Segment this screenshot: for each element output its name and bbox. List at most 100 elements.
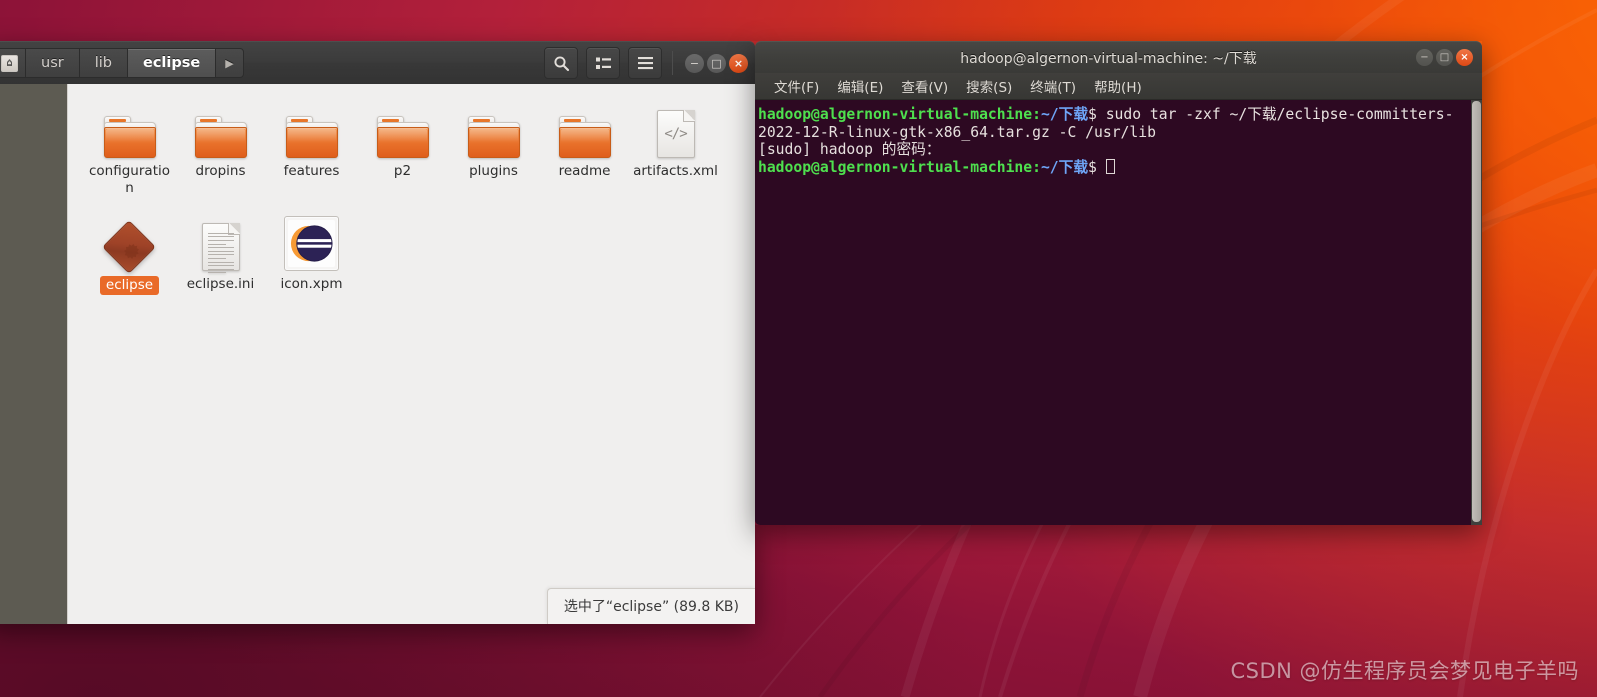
breadcrumb-next-button[interactable]: ▶ [215,48,244,78]
terminal-scrollbar[interactable] [1471,100,1482,525]
file-thumbnail [558,102,611,158]
file-item-dropins[interactable]: dropins [175,96,266,201]
scrollbar-thumb[interactable] [1472,101,1481,522]
search-button[interactable] [544,47,578,79]
csdn-watermark: CSDN @仿生程序员会梦见电子羊吗 [1230,659,1579,683]
file-item-features[interactable]: features [266,96,357,201]
maximize-button[interactable]: □ [707,53,726,73]
file-thumbnail [467,102,520,158]
file-thumbnail [201,215,240,274]
breadcrumb-item-eclipse[interactable]: eclipse [126,48,216,78]
file-label: artifacts.xml [633,163,718,179]
file-item-plugins[interactable]: plugins [448,96,539,201]
file-thumbnail [102,215,156,274]
file-thumbnail [285,102,338,158]
terminal-line-current: hadoop@algernon-virtual-machine:~/下载$ [758,158,1480,177]
terminal-prompt-user: hadoop@algernon-virtual-machine [758,106,1033,123]
terminal-line: 2022-12-R-linux-gtk-x86_64.tar.gz -C /us… [758,123,1156,141]
terminal-prompt-path: ~/下载 [1040,106,1089,123]
terminal-minimize-button[interactable]: − [1416,49,1433,66]
file-item-eclipse-ini[interactable]: eclipse.ini [175,209,266,299]
breadcrumb-home-button[interactable]: ⌂ [0,48,25,78]
terminal-close-button[interactable]: × [1456,49,1473,66]
file-thumbnail: </> [656,102,695,158]
thumbnail-frame [284,215,339,271]
terminal-line: [sudo] hadoop 的密码： [758,141,941,159]
file-label: eclipse.ini [186,275,255,292]
file-item-eclipse[interactable]: eclipse [84,209,175,299]
file-label: features [283,163,340,179]
status-bar-text: 选中了“eclipse” (89.8 KB) [563,599,739,615]
breadcrumb-label: lib [94,55,112,71]
home-icon: ⌂ [1,54,18,72]
close-button[interactable]: × [729,53,748,73]
terminal-cursor [1105,158,1115,174]
file-item-readme[interactable]: readme [539,96,630,201]
folder-icon [285,116,338,158]
breadcrumb: ⌂ usr lib eclipse ▶ [0,48,244,78]
menu-file[interactable]: 文件(F) [767,73,826,99]
close-icon: × [1460,51,1469,63]
terminal-maximize-button[interactable]: □ [1436,49,1453,66]
terminal-menubar: 文件(F) 编辑(E) 查看(V) 搜索(S) 终端(T) 帮助(H) [755,73,1482,100]
breadcrumb-item-lib[interactable]: lib [78,48,127,78]
maximize-icon: □ [1439,51,1450,63]
menu-view[interactable]: 查看(V) [894,73,955,99]
file-label: eclipse [99,275,160,295]
minimize-icon: − [689,56,700,70]
file-label: readme [558,163,611,179]
folder-icon [558,116,611,158]
breadcrumb-label: usr [41,55,64,71]
terminal-prompt-symbol: $ [1088,158,1106,176]
minimize-button[interactable]: − [685,53,704,73]
file-label: icon.xpm [280,275,343,292]
terminal-prompt-symbol: $ [1088,106,1106,123]
file-thumbnail [284,215,339,271]
main-menu-button[interactable] [628,47,662,79]
terminal-window-controls: − □ × [1416,49,1482,66]
terminal-line: hadoop@algernon-virtual-machine:~/下载$ su… [758,106,1480,124]
file-item-icon-xpm[interactable]: icon.xpm [266,209,357,299]
file-manager-window[interactable]: ⌂ usr lib eclipse ▶ − □ × configuration … [0,41,755,624]
view-options-button[interactable] [586,47,620,79]
file-item-configuration[interactable]: configuration [84,96,175,201]
text-document-icon [201,222,240,274]
folder-icon [376,116,429,158]
terminal-prompt-path: ~/下载 [1040,158,1089,176]
menu-search[interactable]: 搜索(S) [959,73,1019,99]
close-icon: × [733,56,744,70]
executable-icon [102,219,156,274]
file-manager-body: configuration dropins features p2 plugin… [0,84,755,624]
file-manager-toolbar: − □ × [544,47,748,79]
minimize-icon: − [1420,51,1429,63]
file-label: plugins [469,163,518,179]
terminal-prompt-separator: : [1032,106,1041,123]
breadcrumb-label: eclipse [142,55,201,71]
menu-help[interactable]: 帮助(H) [1087,73,1149,99]
maximize-icon: □ [711,56,722,70]
file-label: dropins [195,163,246,179]
folder-icon [194,116,247,158]
hamburger-menu-icon [637,57,653,70]
folder-icon [103,116,156,158]
file-label: configuration [89,163,170,196]
file-manager-content-area[interactable]: configuration dropins features p2 plugin… [67,84,755,624]
file-manager-header-bar: ⌂ usr lib eclipse ▶ − □ × [0,41,755,84]
breadcrumb-item-usr[interactable]: usr [25,48,79,78]
file-thumbnail [103,102,156,158]
menu-terminal[interactable]: 终端(T) [1023,73,1083,99]
toolbar-divider [672,51,673,75]
file-item-p2[interactable]: p2 [357,96,448,201]
terminal-window[interactable]: hadoop@algernon-virtual-machine: ~/下载 − … [755,41,1482,525]
terminal-titlebar: hadoop@algernon-virtual-machine: ~/下载 − … [755,41,1482,73]
terminal-title: hadoop@algernon-virtual-machine: ~/下载 [960,50,1257,67]
menu-edit[interactable]: 编辑(E) [830,73,890,99]
file-manager-sidebar[interactable] [0,84,67,624]
file-thumbnail [376,102,429,158]
status-bar: 选中了“eclipse” (89.8 KB) [546,588,755,624]
file-item-artifacts-xml[interactable]: </> artifacts.xml [630,96,721,201]
terminal-screen[interactable]: hadoop@algernon-virtual-machine:~/下载$ su… [755,100,1482,525]
list-view-icon [595,57,611,69]
search-icon [553,55,569,71]
terminal-command: sudo tar -zxf ~/下载/eclipse-committers- [1105,106,1454,123]
